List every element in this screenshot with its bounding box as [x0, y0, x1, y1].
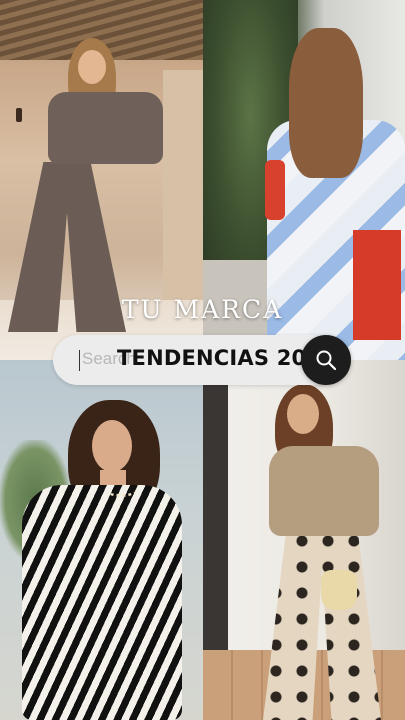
photo-zebra-outfit [0, 360, 203, 720]
pillar [163, 70, 203, 310]
hair [289, 28, 363, 178]
wall-lamp [16, 108, 22, 122]
red-cuff [265, 160, 285, 220]
pearl-necklace [106, 484, 136, 497]
search-bar[interactable]: Search TENDENCIAS 2026 [53, 335, 351, 385]
search-button[interactable] [301, 335, 351, 385]
head [287, 394, 319, 434]
head [78, 50, 106, 84]
zebra-outfit [22, 485, 182, 720]
straw-bag [321, 570, 357, 610]
knit-top [269, 446, 379, 536]
doorway [203, 380, 228, 660]
head [92, 420, 132, 472]
text-cursor [79, 350, 80, 371]
search-input[interactable]: Search TENDENCIAS 2026 [53, 335, 338, 385]
photo-polka-dot-pants [203, 360, 405, 720]
top [48, 92, 163, 164]
brand-name: TU MARCA [121, 295, 284, 324]
search-icon [316, 350, 337, 371]
